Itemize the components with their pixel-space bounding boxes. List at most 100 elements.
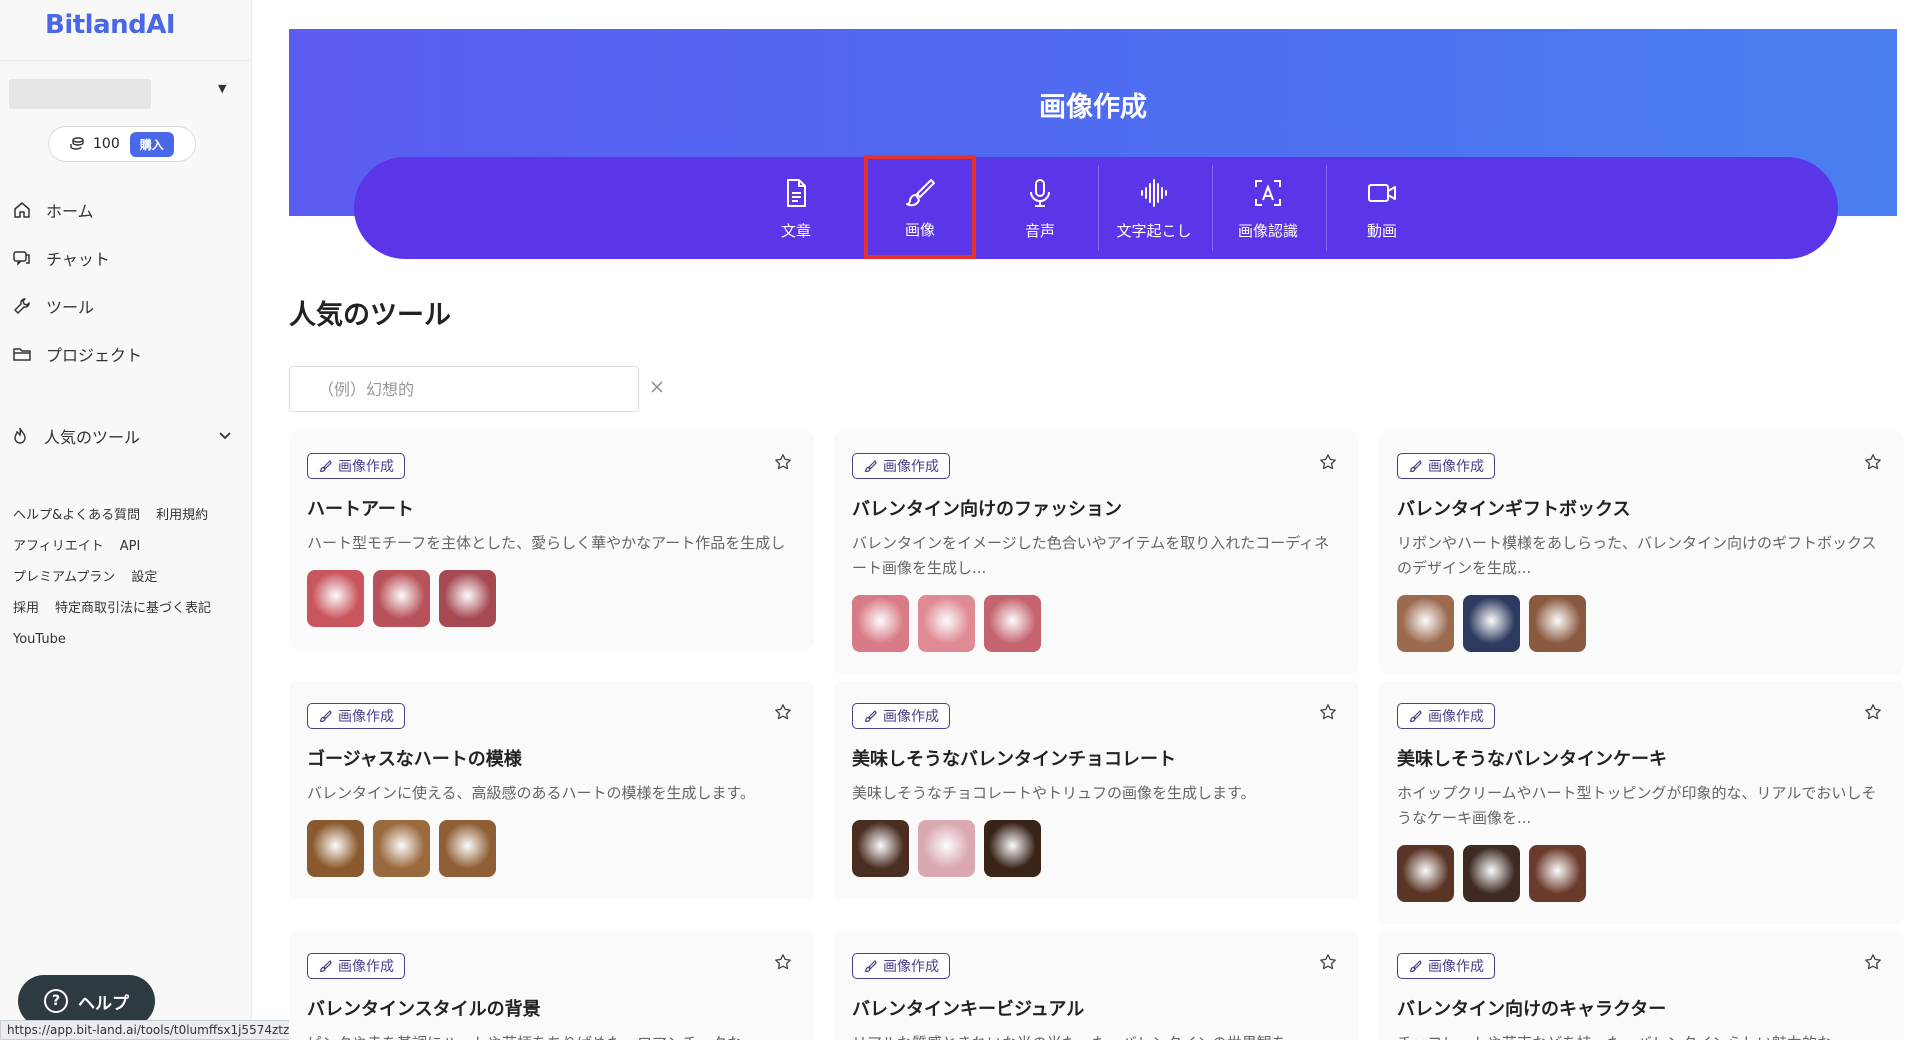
card-title: バレンタイン向けのキャラクター	[1397, 999, 1667, 1020]
card-title: 美味しそうなバレンタインチョコレート	[852, 749, 1176, 770]
brush-icon	[864, 709, 877, 722]
thumbnail-image	[984, 820, 1041, 877]
thumbnail-image	[439, 820, 496, 877]
question-icon: ?	[44, 989, 68, 1013]
thumbnail-row	[1397, 595, 1886, 652]
category-tag-label: 画像作成	[1428, 459, 1484, 475]
sidebar-item-chat[interactable]: チャット	[12, 234, 242, 282]
tool-card[interactable]: 画像作成バレンタイン向けのキャラクターチョコレートや花束などを持った、バレンタイ…	[1379, 931, 1904, 1040]
star-icon[interactable]	[1864, 453, 1882, 471]
thumbnail-row	[307, 820, 796, 877]
thumbnail-row	[1397, 845, 1886, 902]
sidebar-item-tools[interactable]: ツール	[12, 282, 242, 330]
sidebar-item-home[interactable]: ホーム	[12, 186, 242, 234]
home-icon	[14, 202, 30, 218]
category-tag: 画像作成	[852, 703, 950, 729]
star-icon[interactable]	[1864, 703, 1882, 721]
type-voice[interactable]: 音声	[984, 165, 1096, 251]
card-title: ハートアート	[307, 499, 414, 520]
caret-down-icon[interactable]: ▼	[218, 82, 226, 95]
link-youtube[interactable]: YouTube	[13, 632, 66, 647]
card-description: 美味しそうなチョコレートやトリュフの画像を生成します。	[852, 784, 1256, 802]
sidebar-item-projects[interactable]: プロジェクト	[12, 330, 242, 378]
type-image[interactable]: 画像	[864, 155, 976, 259]
type-text[interactable]: 文章	[740, 165, 852, 251]
tool-card[interactable]: 画像作成バレンタインスタイルの背景ピンクや赤を基調にハートや花柄をちりばめた、ロ…	[289, 931, 814, 1040]
waveform-icon	[1141, 178, 1167, 207]
brush-icon	[864, 459, 877, 472]
link-affiliate[interactable]: アフィリエイト	[13, 539, 104, 554]
chat-icon	[13, 251, 30, 266]
star-icon[interactable]	[774, 453, 792, 471]
card-description: リアルな質感ときれいな光の当たった、バレンタインの世界観を	[852, 1031, 1341, 1040]
star-icon[interactable]	[1319, 453, 1337, 471]
link-help-faq[interactable]: ヘルプ&よくある質問	[13, 508, 140, 523]
card-description: ピンクや赤を基調にハートや花柄をちりばめた、ロマンチックな	[307, 1031, 796, 1040]
category-tag: 画像作成	[307, 953, 405, 979]
popular-tools-toggle[interactable]: 人気のツール	[12, 420, 232, 452]
card-description: チョコレートや花束などを持った、バレンタインらしい魅力的な	[1397, 1031, 1886, 1040]
flame-icon	[14, 427, 26, 444]
link-careers[interactable]: 採用	[13, 601, 39, 616]
category-tag: 画像作成	[307, 453, 405, 479]
folder-icon	[13, 348, 31, 361]
star-icon[interactable]	[774, 703, 792, 721]
type-video[interactable]: 動画	[1326, 165, 1438, 251]
card-description: リボンやハート模様をあしらった、バレンタイン向けのギフトボックスのデザインを生成…	[1397, 534, 1877, 577]
link-legal[interactable]: 特定商取引法に基づく表記	[55, 601, 211, 616]
card-title: バレンタインギフトボックス	[1397, 499, 1631, 520]
wrench-icon	[14, 298, 30, 314]
card-description: バレンタインに使える、高級感のあるハートの模様を生成します。	[307, 784, 756, 802]
card-description: バレンタインをイメージした色合いやアイテムを取り入れたコーディネート画像を生成し…	[852, 534, 1330, 577]
microphone-icon	[1030, 178, 1050, 207]
logo[interactable]: BitlandAI	[45, 10, 176, 40]
tool-card[interactable]: 画像作成 ゴージャスなハートの模様 バレンタインに使える、高級感のあるハートの模様を…	[289, 681, 814, 899]
account-selector[interactable]	[9, 79, 151, 109]
category-tag-label: 画像作成	[338, 459, 394, 475]
tool-card[interactable]: 画像作成バレンタイン向けのファッションバレンタインをイメージした色合いやアイテム…	[834, 431, 1359, 674]
type-label: 音声	[1024, 221, 1055, 240]
link-terms[interactable]: 利用規約	[156, 508, 208, 523]
type-label: 画像認識	[1237, 221, 1298, 240]
link-premium[interactable]: プレミアムプラン	[13, 570, 115, 585]
thumbnail-image	[1463, 845, 1520, 902]
close-icon[interactable]	[648, 378, 666, 396]
category-tag: 画像作成	[1397, 703, 1495, 729]
sidebar-item-label: チャット	[46, 250, 110, 269]
link-settings[interactable]: 設定	[131, 570, 157, 585]
thumbnail-image	[373, 570, 430, 627]
brush-icon	[1409, 459, 1422, 472]
tool-card[interactable]: 画像作成 ハートアート ハート型モチーフを主体とした、愛らしく華やかなアート作品を生…	[289, 431, 814, 649]
generation-type-bar: 文章 画像 音声 文字起こし 画像認識 動画	[354, 155, 1838, 259]
link-api[interactable]: API	[120, 539, 141, 554]
sidebar-nav: ホーム チャット ツール プロジェクト	[12, 186, 242, 378]
tool-card[interactable]: 画像作成美味しそうなバレンタインチョコレート美味しそうなチョコレートやトリュフの…	[834, 681, 1359, 899]
tool-card[interactable]: 画像作成バレンタインギフトボックスリボンやハート模様をあしらった、バレンタイン向…	[1379, 431, 1904, 674]
tool-card[interactable]: 画像作成バレンタインキービジュアルリアルな質感ときれいな光の当たった、バレンタイ…	[834, 931, 1359, 1040]
category-tag-label: 画像作成	[883, 709, 939, 725]
thumbnail-image	[1397, 845, 1454, 902]
brush-icon	[906, 178, 935, 206]
star-icon[interactable]	[1319, 953, 1337, 971]
document-icon	[787, 178, 806, 207]
type-image-recognition[interactable]: 画像認識	[1212, 165, 1324, 251]
search-input[interactable]	[289, 366, 639, 412]
buy-button[interactable]: 購入	[129, 131, 174, 157]
star-icon[interactable]	[774, 953, 792, 971]
card-title: バレンタインスタイルの背景	[307, 999, 541, 1020]
thumbnail-image	[1529, 595, 1586, 652]
category-tag-label: 画像作成	[883, 959, 939, 975]
category-tag-label: 画像作成	[883, 459, 939, 475]
thumbnail-image	[918, 595, 975, 652]
thumbnail-image	[918, 820, 975, 877]
category-tag-label: 画像作成	[1428, 959, 1484, 975]
sidebar-item-label: ツール	[46, 298, 95, 317]
brush-icon	[319, 959, 332, 972]
star-icon[interactable]	[1319, 703, 1337, 721]
credit-count: 100	[93, 136, 120, 152]
card-title: バレンタイン向けのファッション	[852, 499, 1122, 520]
help-label: ヘルプ	[78, 993, 129, 1014]
type-transcription[interactable]: 文字起こし	[1098, 165, 1210, 251]
tool-card[interactable]: 画像作成 美味しそうなバレンタインケーキ ホイップクリームやハート型トッピングが印象…	[1379, 681, 1904, 924]
star-icon[interactable]	[1864, 953, 1882, 971]
